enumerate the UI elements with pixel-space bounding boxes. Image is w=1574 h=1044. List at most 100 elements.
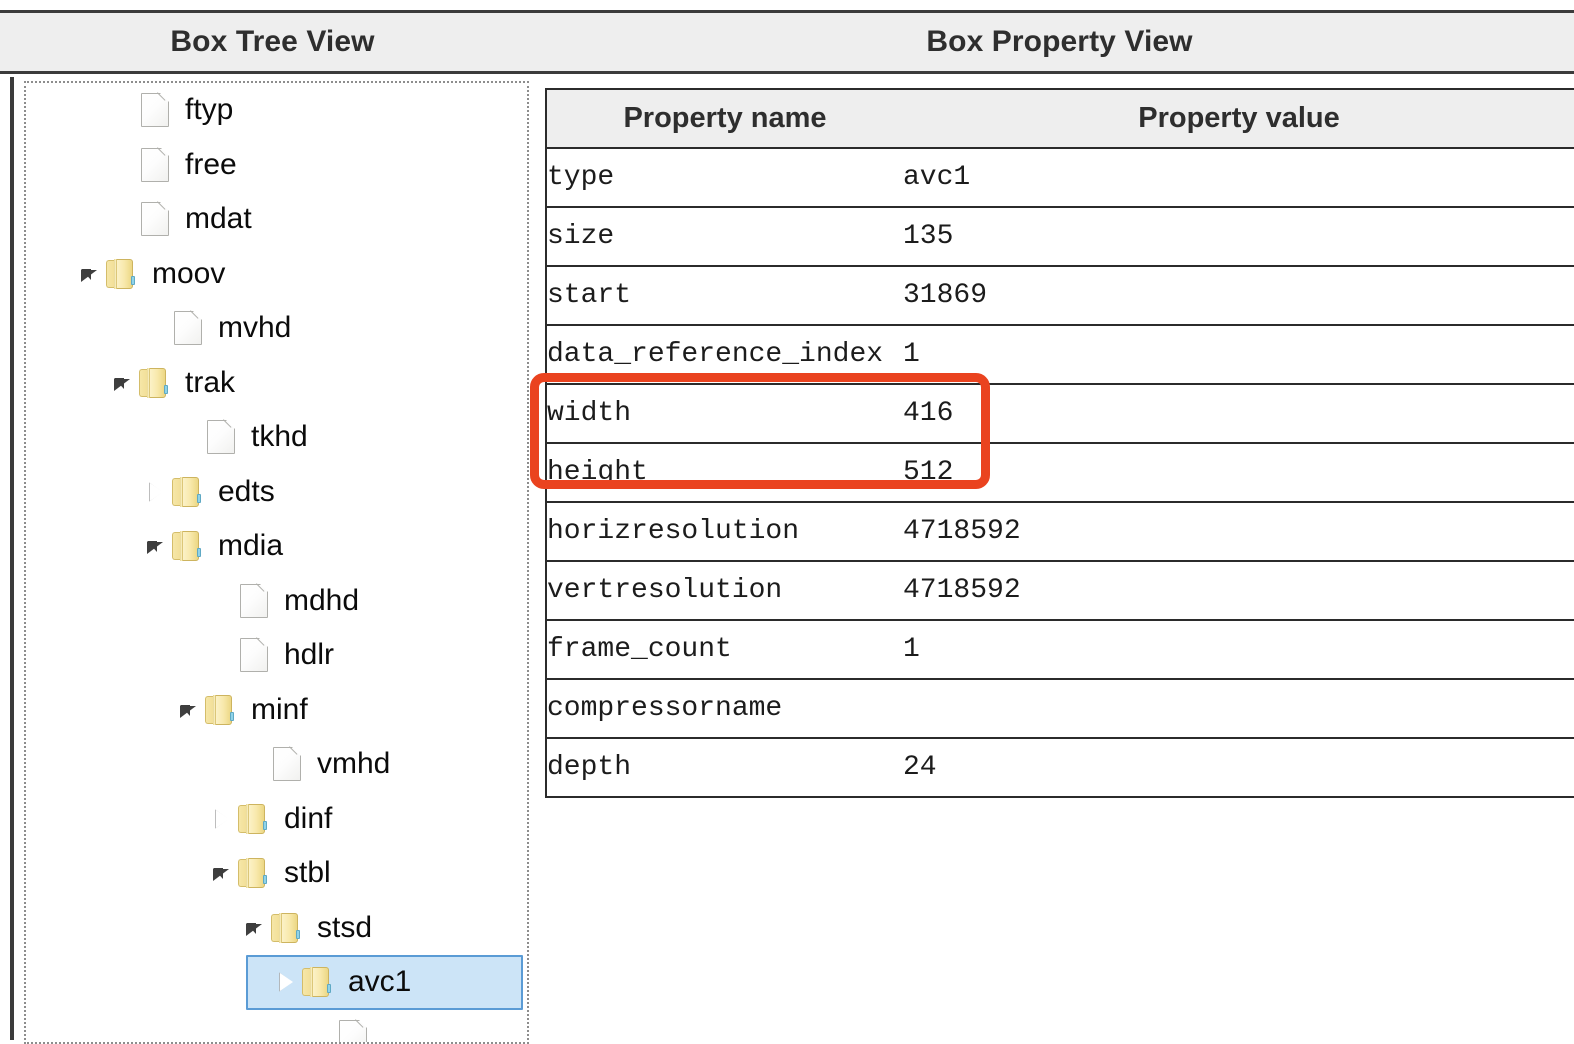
tree-item[interactable]: dinf [26, 792, 527, 847]
file-icon [168, 310, 208, 346]
tree-item[interactable]: free [26, 138, 527, 193]
tree-item-label: moov [152, 256, 226, 290]
column-header-property-name[interactable]: Property name [545, 88, 903, 149]
property-name-cell: start [545, 265, 903, 326]
tree-item[interactable]: vmhd [26, 737, 527, 792]
view-header-bar: Box Tree View Box Property View [0, 10, 1574, 74]
tree-item[interactable]: hdlr [26, 628, 527, 683]
property-name-cell: vertresolution [545, 560, 903, 621]
property-value-cell [903, 678, 1574, 739]
property-value-cell: 4718592 [903, 501, 1574, 562]
property-value-cell: 416 [903, 383, 1574, 444]
property-row[interactable]: depth 24 [545, 737, 1574, 798]
tree-item[interactable]: mdat [26, 192, 527, 247]
expand-arrow-down-icon[interactable] [109, 370, 135, 396]
box-property-panel: Property name Property value type avc1 siz… [545, 88, 1574, 798]
tree-item[interactable]: minf [26, 683, 527, 738]
expand-arrow-right-icon[interactable] [142, 479, 168, 505]
folder-icon [234, 858, 274, 889]
tree-item-label: edts [218, 474, 275, 508]
folder-icon [168, 531, 208, 562]
property-row[interactable]: horizresolution 4718592 [545, 501, 1574, 562]
property-row[interactable]: height 512 [545, 442, 1574, 503]
expand-arrow-down-icon[interactable] [175, 697, 201, 723]
file-icon [234, 637, 274, 673]
tree-item-label: mvhd [218, 311, 292, 345]
property-value-cell: 1 [903, 619, 1574, 680]
tree-item-label: dinf [284, 801, 333, 835]
property-value-cell: 24 [903, 737, 1574, 798]
box-property-table: Property name Property value type avc1 siz… [545, 88, 1574, 798]
tree-item[interactable] [26, 1010, 527, 1042]
property-name-cell: type [545, 147, 903, 208]
tree-item[interactable]: edts [26, 465, 527, 520]
tree-item[interactable]: stsd [26, 901, 527, 956]
column-header-property-value[interactable]: Property value [903, 88, 1574, 149]
expand-arrow-down-icon[interactable] [142, 533, 168, 559]
expand-arrow-right-icon[interactable] [272, 969, 298, 995]
tree-item[interactable]: tkhd [26, 410, 527, 465]
tree-item[interactable]: trak [26, 356, 527, 411]
file-icon [234, 583, 274, 618]
property-name-cell: compressorname [545, 678, 903, 739]
tree-item[interactable]: mvhd [26, 301, 527, 356]
property-value-cell: 1 [903, 324, 1574, 385]
tree-item-label: stbl [284, 856, 331, 890]
tree-item-label: vmhd [317, 747, 391, 781]
tree-item[interactable]: mdhd [26, 574, 527, 629]
file-icon [135, 92, 175, 128]
tree-item-label: stsd [317, 910, 373, 944]
box-tree-focus-outline: ftyp free mdat moov mvhd trak tkhd edts mdia mdhd… [24, 81, 529, 1044]
property-row[interactable]: size 135 [545, 206, 1574, 267]
tree-view-title: Box Tree View [170, 25, 375, 58]
file-icon [135, 147, 175, 182]
property-row[interactable]: frame_count 1 [545, 619, 1574, 680]
property-row[interactable]: type avc1 [545, 147, 1574, 208]
expand-arrow-down-icon[interactable] [241, 915, 267, 941]
property-name-cell: size [545, 206, 903, 267]
tree-item[interactable]: mdia [26, 519, 527, 574]
tree-item[interactable]: stbl [26, 846, 527, 901]
property-row[interactable]: vertresolution 4718592 [545, 560, 1574, 621]
tree-item-label: mdia [218, 529, 284, 563]
file-icon [333, 1019, 373, 1042]
tree-item-label: hdlr [284, 638, 335, 672]
property-row[interactable]: compressorname [545, 678, 1574, 739]
expand-arrow-down-icon[interactable] [76, 261, 102, 287]
tree-item[interactable]: moov [26, 247, 527, 302]
folder-icon [168, 476, 208, 507]
property-value-cell: 4718592 [903, 560, 1574, 621]
property-value-cell: 31869 [903, 265, 1574, 326]
property-name-cell: horizresolution [545, 501, 903, 562]
property-row[interactable]: start 31869 [545, 265, 1574, 326]
property-name-cell: data_reference_index [545, 324, 903, 385]
file-icon [201, 419, 241, 455]
tree-item-label: minf [251, 692, 308, 726]
property-value-cell: avc1 [903, 147, 1574, 208]
expand-arrow-right-icon[interactable] [208, 806, 234, 832]
property-name-cell: height [545, 442, 903, 503]
property-view-title: Box Property View [926, 25, 1193, 58]
folder-icon [234, 803, 274, 834]
folder-icon [102, 258, 142, 289]
tree-item-label: mdat [185, 202, 252, 236]
tree-item[interactable]: ftyp [26, 83, 527, 138]
tree-item-selected[interactable]: avc1 [246, 955, 523, 1010]
property-value-cell: 512 [903, 442, 1574, 503]
expand-arrow-down-icon[interactable] [208, 860, 234, 886]
file-icon [135, 201, 175, 237]
file-icon [267, 746, 307, 782]
box-tree-list[interactable]: ftyp free mdat moov mvhd trak tkhd edts mdia mdhd… [26, 83, 527, 1042]
tree-item-label: tkhd [251, 420, 308, 454]
property-row[interactable]: width 416 [545, 383, 1574, 444]
property-row[interactable]: data_reference_index 1 [545, 324, 1574, 385]
